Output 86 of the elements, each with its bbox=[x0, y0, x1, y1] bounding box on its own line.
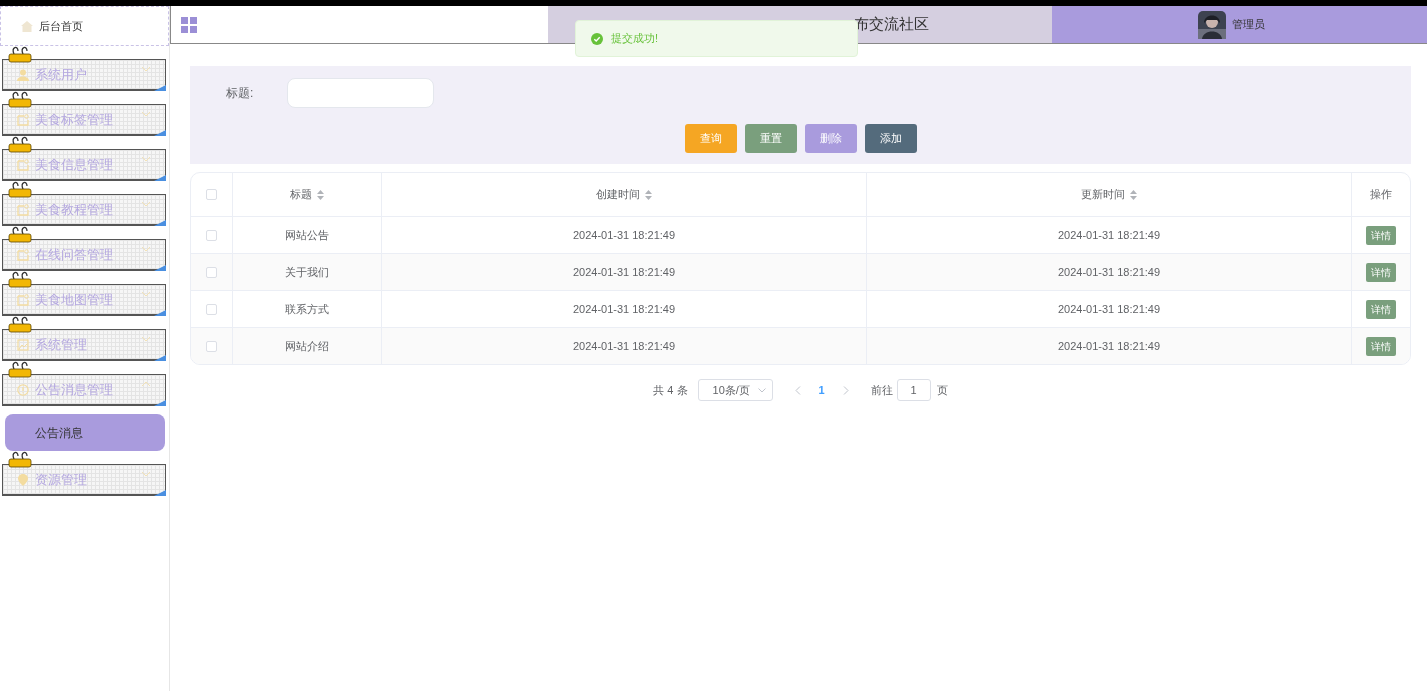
document-icon bbox=[17, 248, 29, 261]
table-cell-text: 关于我们 bbox=[285, 264, 329, 280]
page-number[interactable]: 1 bbox=[810, 381, 833, 399]
search-button[interactable]: 查询 bbox=[685, 124, 737, 153]
next-page-icon[interactable] bbox=[842, 385, 849, 395]
document-icon bbox=[17, 293, 29, 306]
sidebar-menu-item[interactable]: 美食地图管理 bbox=[2, 284, 166, 316]
previous-page-icon[interactable] bbox=[794, 385, 801, 395]
table-cell-text: 2024-01-31 18:21:49 bbox=[572, 227, 676, 243]
binder-clip-icon bbox=[8, 180, 32, 198]
page-suffix: 页 bbox=[936, 382, 948, 398]
reset-button[interactable]: 重置 bbox=[745, 124, 797, 153]
binder-clip-icon bbox=[8, 270, 32, 288]
document-icon bbox=[17, 203, 29, 216]
sidebar-menu-item[interactable]: 在线问答管理 bbox=[2, 239, 166, 271]
table-cell-text: 2024-01-31 18:21:49 bbox=[572, 338, 676, 354]
sort-icon[interactable] bbox=[317, 189, 324, 200]
binder-clip-icon bbox=[8, 135, 32, 153]
add-button[interactable]: 添加 bbox=[865, 124, 917, 153]
folded-corner-icon bbox=[154, 265, 166, 271]
folded-corner-icon bbox=[154, 355, 166, 361]
sort-icon[interactable] bbox=[1130, 189, 1137, 200]
table-cell-text: 2024-01-31 18:21:49 bbox=[572, 264, 676, 280]
sidebar-menu-item[interactable]: 美食标签管理 bbox=[2, 104, 166, 136]
table-cell-text: 联系方式 bbox=[285, 301, 329, 317]
binder-clip-icon bbox=[8, 45, 32, 63]
document-icon bbox=[17, 113, 29, 126]
table-cell-text: 2024-01-31 18:21:49 bbox=[1057, 264, 1161, 280]
column-header[interactable]: 创建时间 bbox=[596, 186, 640, 203]
binder-clip-icon bbox=[8, 90, 32, 108]
details-button[interactable]: 详情 bbox=[1366, 336, 1396, 356]
binder-clip-icon bbox=[8, 360, 32, 378]
binder-clip-icon bbox=[8, 225, 32, 243]
details-button[interactable]: 详情 bbox=[1366, 299, 1396, 319]
page-input-field[interactable]: 1 bbox=[896, 379, 931, 401]
sidebar-menu-item[interactable]: 美食信息管理 bbox=[2, 149, 166, 181]
table-cell-text: 网站公告 bbox=[285, 227, 329, 243]
table-cell-text: 2024-01-31 18:21:49 bbox=[1057, 301, 1161, 317]
submenu-item[interactable]: 公告消息 bbox=[5, 414, 165, 451]
folded-corner-icon bbox=[154, 175, 166, 181]
delete-button[interactable]: 删除 bbox=[805, 124, 857, 153]
binder-clip-icon bbox=[8, 315, 32, 333]
select-all-checkbox[interactable] bbox=[206, 189, 217, 200]
sort-icon[interactable] bbox=[645, 189, 652, 200]
table-cell-text: 2024-01-31 18:21:49 bbox=[572, 301, 676, 317]
table-cell-text: 2024-01-31 18:21:49 bbox=[1057, 227, 1161, 243]
home-menu-item[interactable]: 后台首页 bbox=[0, 6, 169, 46]
page-size-select[interactable]: 10条/页 bbox=[697, 379, 773, 401]
sidebar-menu-item[interactable]: 系统用户 bbox=[2, 59, 166, 91]
row-checkbox[interactable] bbox=[206, 303, 217, 315]
sidebar-menu-item[interactable]: 资源管理 bbox=[2, 464, 166, 496]
folded-corner-icon bbox=[154, 85, 166, 91]
title-input-field[interactable] bbox=[287, 78, 435, 108]
details-button[interactable]: 详情 bbox=[1366, 262, 1396, 282]
total-count: 共 4 条 bbox=[653, 382, 688, 398]
info-icon bbox=[17, 383, 29, 396]
folded-corner-icon bbox=[154, 490, 166, 496]
table-cell-text: 网站介绍 bbox=[285, 338, 329, 354]
user-icon bbox=[17, 68, 29, 81]
binder-clip-icon bbox=[8, 450, 32, 468]
caret-icon bbox=[757, 387, 766, 393]
details-button[interactable]: 详情 bbox=[1366, 225, 1396, 245]
column-header[interactable]: 标题 bbox=[290, 186, 312, 203]
folded-corner-icon bbox=[154, 400, 166, 406]
column-header: 操作 bbox=[1370, 187, 1392, 203]
sidebar-menu-item[interactable]: 公告消息管理 bbox=[2, 374, 166, 406]
image-icon bbox=[17, 338, 29, 351]
sidebar-menu-item[interactable]: 系统管理 bbox=[2, 329, 166, 361]
row-checkbox[interactable] bbox=[206, 266, 217, 278]
home-icon bbox=[21, 20, 33, 32]
toast-message: 提交成功! bbox=[611, 31, 659, 47]
document-icon bbox=[17, 158, 29, 171]
folded-corner-icon bbox=[154, 220, 166, 226]
folded-corner-icon bbox=[154, 310, 166, 316]
row-checkbox[interactable] bbox=[206, 340, 217, 352]
row-checkbox[interactable] bbox=[206, 229, 217, 241]
column-header[interactable]: 更新时间 bbox=[1081, 186, 1125, 203]
grid-menu-icon[interactable] bbox=[181, 16, 197, 33]
check-circle-icon bbox=[591, 32, 603, 45]
goto-label: 前往 bbox=[870, 382, 893, 398]
folded-corner-icon bbox=[154, 130, 166, 136]
sidebar-menu-item[interactable]: 美食教程管理 bbox=[2, 194, 166, 226]
table-cell-text: 2024-01-31 18:21:49 bbox=[1057, 338, 1161, 354]
location-pin-icon bbox=[17, 473, 29, 486]
user-name[interactable]: 管理员 bbox=[1232, 16, 1265, 33]
field-label: 标题: bbox=[226, 85, 254, 102]
